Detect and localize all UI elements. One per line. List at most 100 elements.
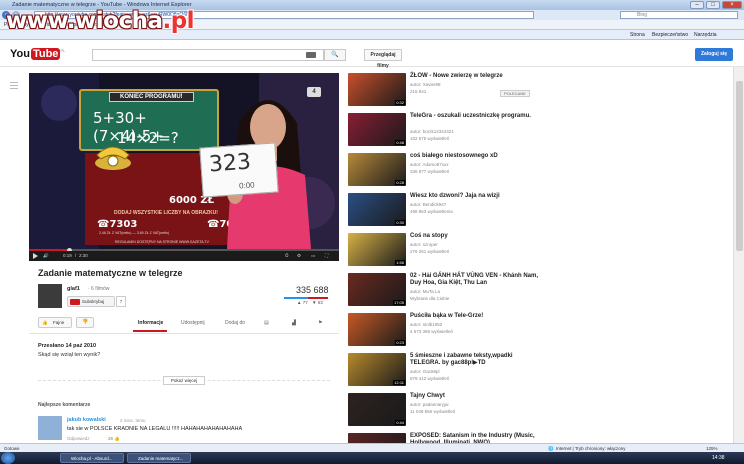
related-video-title[interactable]: Tajny Chwyt bbox=[410, 393, 540, 400]
security-menu[interactable]: Bezpieczeństwo bbox=[652, 30, 688, 40]
play-icon[interactable] bbox=[33, 253, 38, 259]
related-video-title[interactable]: ŻŁOW - Nowe zwierzę w telegrze bbox=[410, 73, 540, 80]
related-video-author[interactable]: autor: Bendick947 bbox=[410, 202, 446, 207]
video-player[interactable]: 5+30+(7×4)-5+ 14×2=? KONIEC PROGRAMU! 60… bbox=[29, 73, 339, 261]
video-thumbnail[interactable]: 0:48 bbox=[348, 113, 406, 146]
related-video-item[interactable]: 0:48 TeleGra - oszukali uczestniczkę prog… bbox=[348, 113, 718, 147]
related-video-item[interactable]: 0:44 Tajny Chwyt autor: padannaryjai 11 048… bbox=[348, 393, 718, 427]
youtube-header: You Tube PL 🔍 Przeglądaj filmy Zaloguj się bbox=[0, 41, 744, 69]
related-video-title[interactable]: 5 śmieszne i zabawne teksty,wpadki TELEG… bbox=[410, 353, 540, 367]
related-video-author[interactable]: autor: borzk12344321 bbox=[410, 129, 454, 134]
subscribe-label: Subskrybuj bbox=[82, 299, 105, 304]
tab-info[interactable]: Informacje bbox=[138, 320, 163, 326]
video-duration: 12:11 bbox=[393, 380, 405, 385]
view-count: 335 688 bbox=[296, 285, 329, 295]
related-video-author[interactable]: autor: Gac88pl bbox=[410, 369, 440, 374]
related-video-item[interactable]: 17:05 02 - Hải GÁNH HÁT VÙNG VEN - Khánh … bbox=[348, 273, 718, 307]
related-video-title[interactable]: Wiesz kto dzwoni? Jaja na wizji bbox=[410, 193, 540, 200]
subscribe-button[interactable]: Subskrybuj bbox=[67, 296, 115, 307]
bing-search-input[interactable]: Bing bbox=[620, 11, 738, 19]
related-video-item[interactable]: 0:30 Wiesz kto dzwoni? Jaja na wizji autor… bbox=[348, 193, 718, 227]
channel-name[interactable]: glaf1 bbox=[67, 286, 80, 292]
tools-menu[interactable]: Narzędzia bbox=[694, 30, 717, 40]
related-video-title[interactable]: coś białego niestosownego xD bbox=[410, 153, 540, 160]
minimize-button[interactable]: – bbox=[690, 1, 704, 9]
like-label: Fajne bbox=[53, 320, 65, 325]
related-video-item[interactable]: 0:23 Puściła bąka w Tele-Grze! autor: stol… bbox=[348, 313, 718, 347]
related-video-title[interactable]: 02 - Hải GÁNH HÁT VÙNG VEN - Khánh Nam, … bbox=[410, 273, 540, 287]
comment-reply-link[interactable]: Odpowiedz bbox=[67, 436, 90, 441]
video-thumbnail[interactable]: 0:32 bbox=[348, 73, 406, 106]
volume-icon[interactable]: 🔊 bbox=[43, 251, 49, 261]
show-end-banner: KONIEC PROGRAMU! bbox=[109, 92, 194, 102]
system-clock: 14:38 bbox=[712, 455, 725, 461]
related-video-author[interactable]: autor: Adamo87xxx bbox=[410, 162, 449, 167]
related-video-views: 498 863 wyświetlenia bbox=[410, 209, 453, 214]
related-video-title[interactable]: TeleGra - oszukali uczestniczkę programu… bbox=[410, 113, 540, 120]
fullscreen-icon[interactable]: ⛶ bbox=[325, 251, 328, 261]
search-input[interactable] bbox=[92, 49, 324, 61]
related-video-author[interactable]: autor: stolb1952 bbox=[410, 322, 442, 327]
video-duration: 17:05 bbox=[392, 300, 405, 305]
rating-like-fill bbox=[284, 297, 309, 299]
youtube-logo[interactable]: You Tube PL bbox=[10, 48, 65, 60]
related-video-author[interactable]: autor: Xavier88 bbox=[410, 82, 441, 87]
video-thumbnail[interactable]: 12:11 bbox=[348, 353, 406, 386]
show-more-button[interactable]: Pokaż więcej bbox=[163, 376, 205, 385]
tab-share[interactable]: Udostępnij bbox=[181, 320, 205, 326]
related-video-item[interactable]: 0:28 coś białego niestosownego xD autor: A… bbox=[348, 153, 718, 187]
related-video-views: 276 261 wyświetleń bbox=[410, 249, 450, 254]
close-button[interactable]: × bbox=[722, 1, 742, 9]
sign-in-button[interactable]: Zaloguj się bbox=[695, 48, 733, 61]
comment-likes[interactable]: 26 👍 bbox=[108, 436, 120, 442]
vat-text: 2,46 ZŁ Z VAT(netto) — 3,69 ZŁ Z VAT(net… bbox=[99, 231, 170, 235]
browse-videos-button[interactable]: Przeglądaj filmy bbox=[364, 49, 402, 69]
scrollbar-thumb[interactable] bbox=[736, 81, 743, 251]
comment-text: tak sie w POLSCE KRADNIE NA LEGALU !!!!!… bbox=[67, 426, 243, 432]
tab-add-to[interactable]: Dodaj do bbox=[225, 320, 245, 326]
related-video-author[interactable]: autor: padannaryjai bbox=[410, 402, 449, 407]
channel-logo: 4 bbox=[307, 87, 321, 97]
related-video-title[interactable]: Coś na stopy bbox=[410, 233, 540, 240]
video-count[interactable]: · 6 filmów bbox=[88, 286, 109, 292]
related-video-item[interactable]: 1:56 Coś na stopy autor: szroper 276 261 wy… bbox=[348, 233, 718, 267]
video-thumbnail[interactable]: 17:05 bbox=[348, 273, 406, 306]
related-video-author[interactable]: autor: MuTa La bbox=[410, 289, 440, 294]
settings-icon[interactable]: ⚙ bbox=[297, 251, 301, 261]
related-video-item[interactable]: 0:32 ŻŁOW - Nowe zwierzę w telegrze autor:… bbox=[348, 73, 718, 107]
youtube-icon bbox=[70, 299, 80, 305]
video-thumbnail[interactable]: 0:30 bbox=[348, 193, 406, 226]
transcript-icon[interactable]: ▤ bbox=[264, 320, 269, 326]
comment-author[interactable]: jakub kowalski bbox=[67, 417, 106, 423]
video-thumbnail[interactable]: 1:56 bbox=[348, 233, 406, 266]
page-scrollbar[interactable] bbox=[733, 67, 744, 443]
report-flag-icon[interactable]: ⚑ bbox=[318, 320, 322, 326]
stats-icon[interactable]: ▟ bbox=[292, 320, 296, 326]
dislikes-value: 63 bbox=[317, 300, 323, 305]
taskbar-item-youtube[interactable]: Zadanie matematycz... bbox=[127, 453, 191, 463]
keyboard-icon[interactable] bbox=[306, 52, 316, 58]
time-total: 2:30 bbox=[79, 253, 88, 258]
top-comments-header: Najlepsze komentarze bbox=[38, 402, 91, 408]
taskbar-item-wiocha[interactable]: Wiocha.pl - Absurd... bbox=[60, 453, 124, 463]
video-thumbnail[interactable]: 0:44 bbox=[348, 393, 406, 426]
comment-avatar[interactable] bbox=[38, 416, 62, 440]
related-video-title[interactable]: Puściła bąka w Tele-Grze! bbox=[410, 313, 540, 320]
related-video-views: Wybrane dla Ciebie bbox=[410, 296, 450, 301]
watch-later-icon[interactable]: ⏱ bbox=[285, 251, 289, 261]
guide-menu-icon[interactable] bbox=[10, 82, 18, 90]
video-thumbnail[interactable]: 0:23 bbox=[348, 313, 406, 346]
theater-mode-icon[interactable]: ▭ bbox=[311, 251, 315, 261]
related-video-author[interactable]: autor: szroper bbox=[410, 242, 438, 247]
video-duration: 0:30 bbox=[395, 220, 405, 225]
page-menu[interactable]: Strona bbox=[630, 30, 645, 40]
player-controls: 🔊 0:19 / 2:30 ⏱ ⚙ ▭ ⛶ bbox=[29, 251, 339, 261]
related-video-item[interactable]: 12:11 5 śmieszne i zabawne teksty,wpadki … bbox=[348, 353, 718, 387]
like-button[interactable]: 👍 Fajne bbox=[38, 317, 72, 328]
search-button[interactable]: 🔍 bbox=[324, 49, 346, 61]
maximize-button[interactable]: □ bbox=[706, 1, 720, 9]
start-button[interactable] bbox=[1, 452, 15, 464]
dislike-button[interactable]: 👎 bbox=[76, 317, 94, 328]
channel-avatar[interactable] bbox=[38, 284, 62, 308]
video-thumbnail[interactable]: 0:28 bbox=[348, 153, 406, 186]
